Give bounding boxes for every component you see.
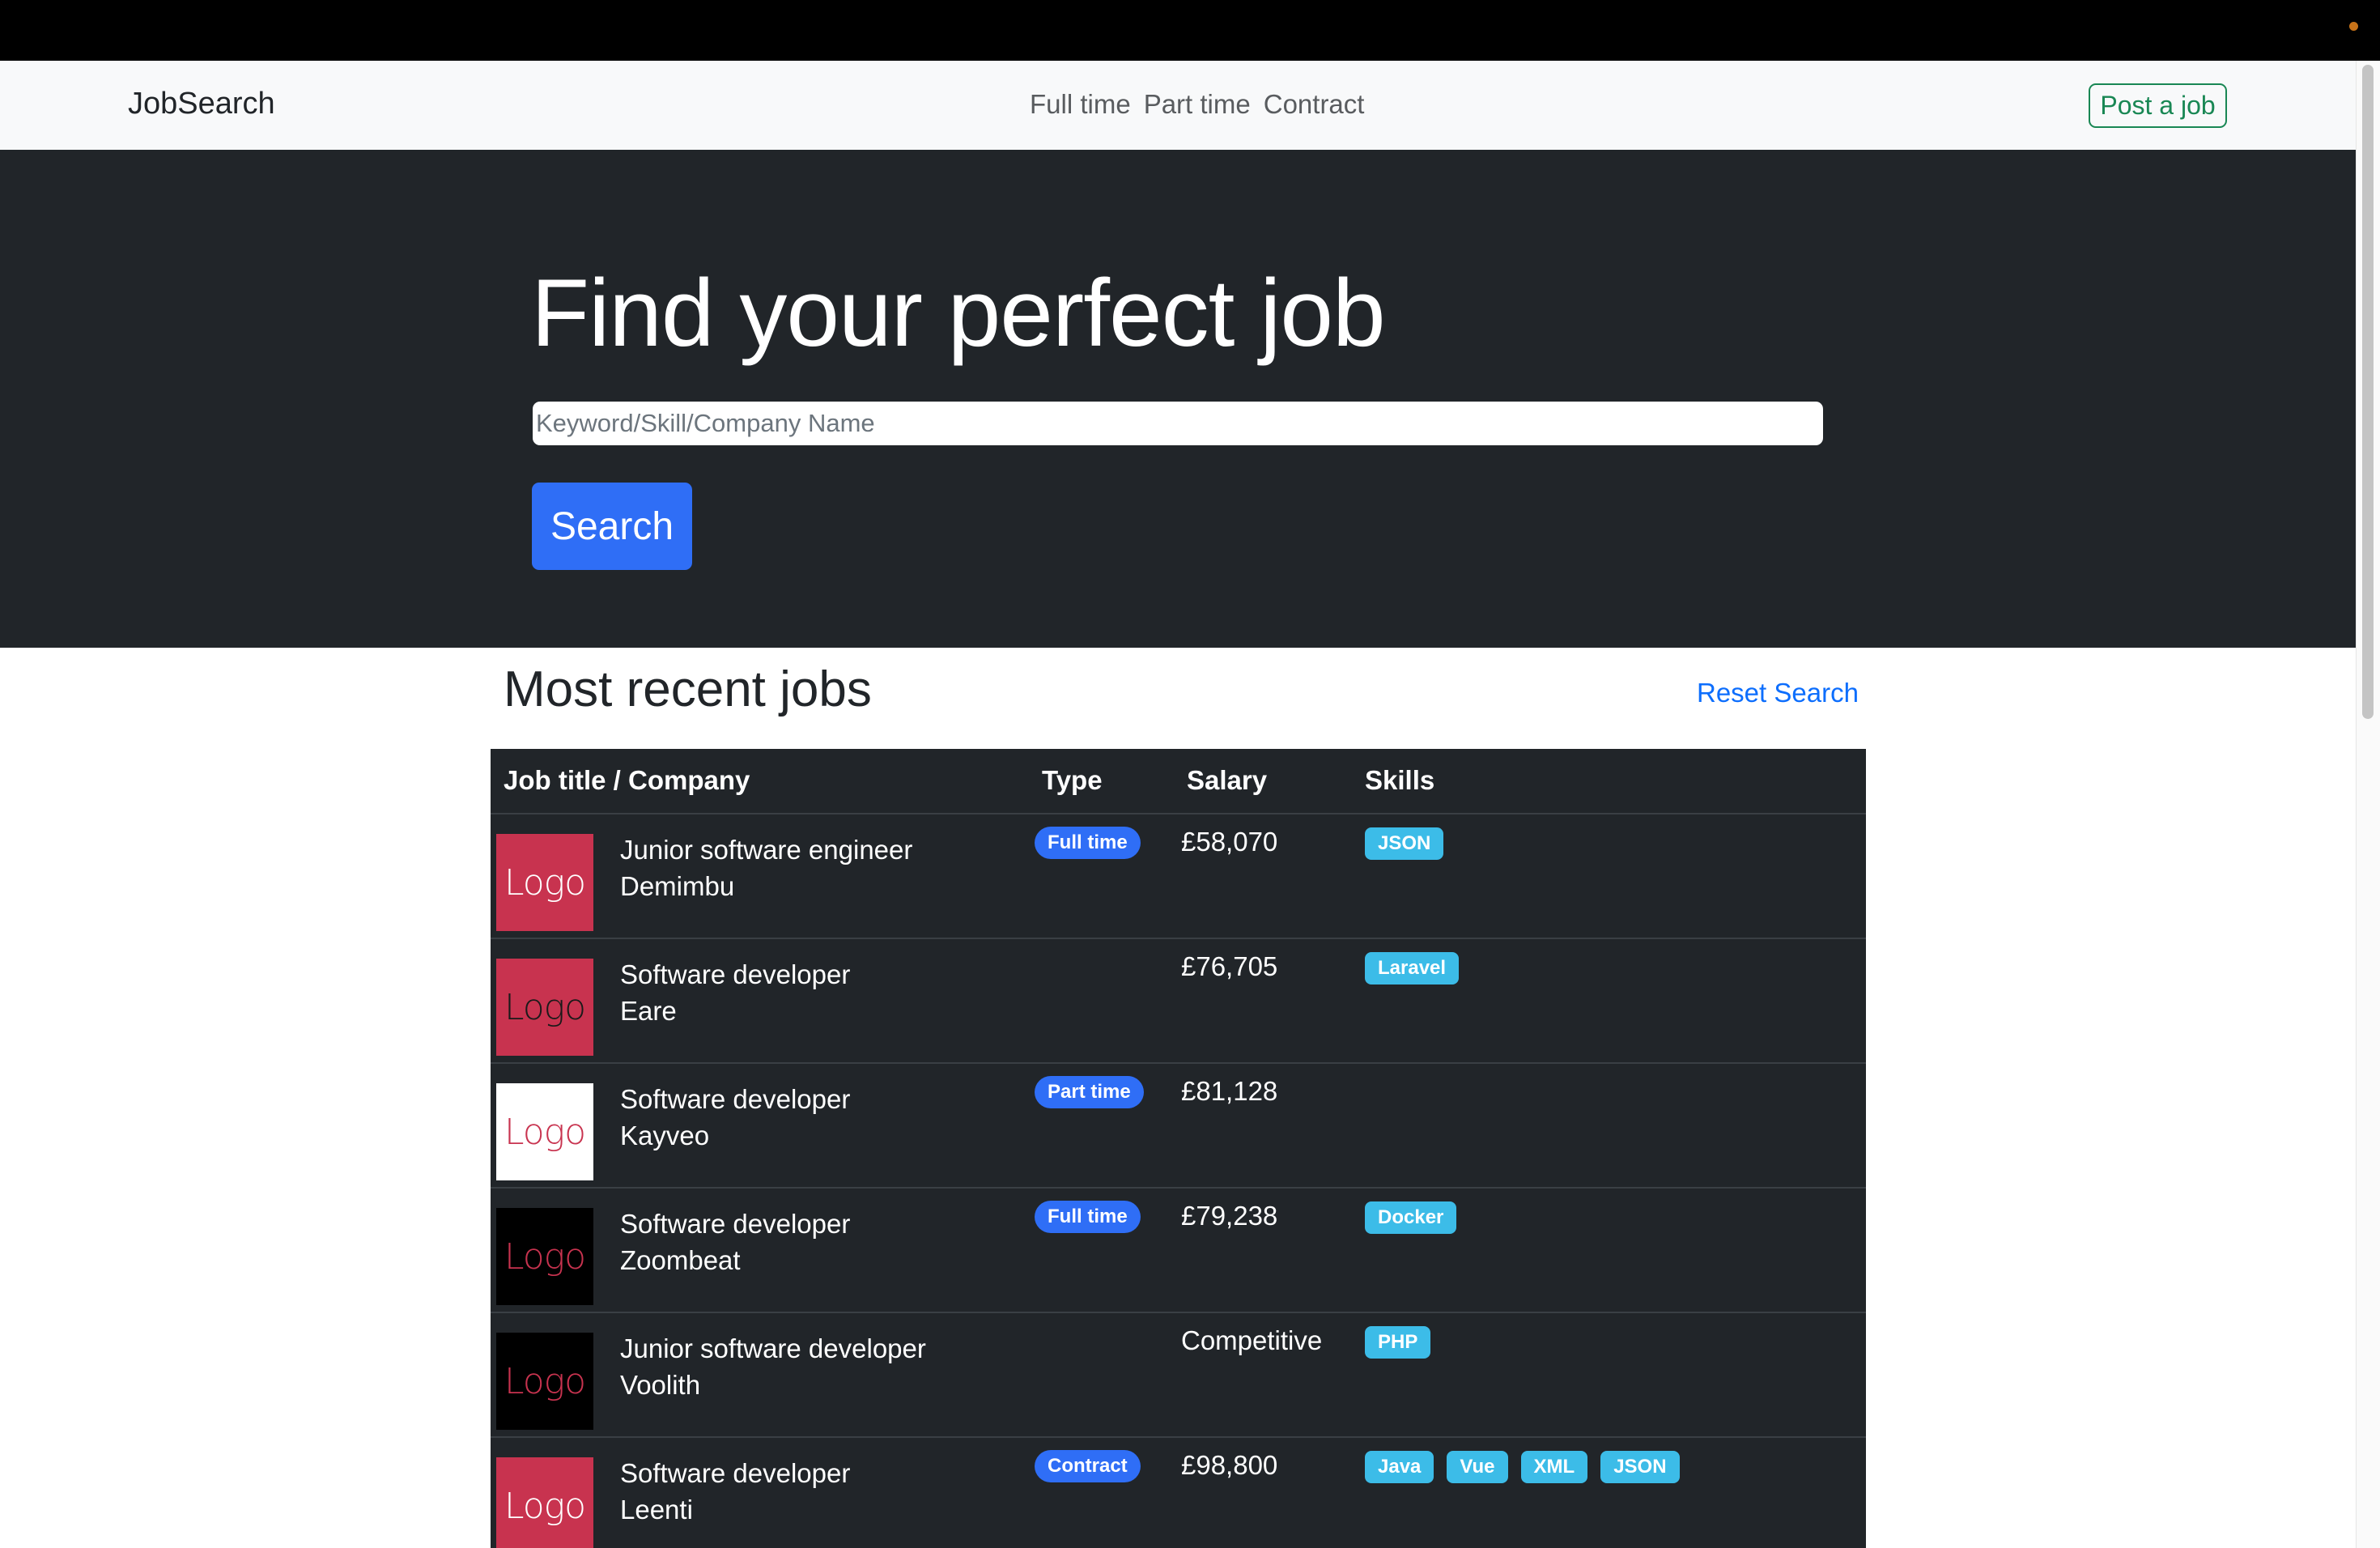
table-row[interactable]: Logo Software developer Zoombeat Full ti… (491, 1189, 1866, 1313)
job-title[interactable]: Software developer (620, 959, 850, 990)
window-top-bar (0, 0, 2380, 61)
company-name: Eare (620, 996, 677, 1026)
company-name: Demimbu (620, 871, 735, 901)
table-row[interactable]: Logo Junior software developer Voolith C… (491, 1313, 1866, 1438)
job-title[interactable]: Junior software engineer (620, 835, 912, 865)
nav-link-part-time[interactable]: Part time (1144, 89, 1251, 120)
table-row[interactable]: Logo Software developer Eare £76,705 Lar… (491, 939, 1866, 1064)
scrollbar-thumb[interactable] (2362, 65, 2374, 719)
table-header: Job title / Company Type Salary Skills (491, 749, 1866, 814)
table-row[interactable]: Logo Software developer Leenti Contract … (491, 1438, 1866, 1548)
type-badge: Full time (1035, 827, 1141, 859)
skill-badge: Docker (1365, 1201, 1457, 1234)
status-dot-icon (2349, 22, 2358, 31)
company-logo: Logo (496, 1457, 593, 1548)
reset-search-link[interactable]: Reset Search (1697, 678, 1859, 708)
skill-badge: Vue (1447, 1451, 1508, 1483)
job-title[interactable]: Software developer (620, 1084, 850, 1115)
salary: £58,070 (1181, 827, 1278, 857)
company-name: Leenti (620, 1495, 693, 1525)
nav-link-full-time[interactable]: Full time (1030, 89, 1131, 120)
job-title[interactable]: Software developer (620, 1209, 850, 1240)
skills-list: Laravel (1365, 952, 1460, 985)
header-skills: Skills (1365, 765, 1435, 795)
skill-badge: Laravel (1365, 952, 1460, 985)
job-title[interactable]: Software developer (620, 1458, 850, 1489)
header-job-title-company: Job title / Company (504, 765, 750, 795)
table-row[interactable]: Logo Software developer Kayveo Part time… (491, 1064, 1866, 1189)
skill-badge: XML (1520, 1451, 1588, 1483)
navbar: JobSearch Full time Part time Contract P… (0, 61, 2356, 150)
skills-list: JSON (1365, 827, 1444, 860)
company-logo: Logo (496, 1333, 593, 1430)
search-input[interactable] (533, 402, 1823, 445)
company-name: Kayveo (620, 1121, 710, 1150)
type-badge: Contract (1035, 1450, 1141, 1482)
company-name: Voolith (620, 1370, 701, 1400)
brand-logo[interactable]: JobSearch (128, 87, 275, 121)
skills-list: Java Vue XML JSON (1365, 1451, 1680, 1483)
header-type: Type (1042, 765, 1103, 795)
salary: £79,238 (1181, 1201, 1278, 1231)
search-button[interactable]: Search (532, 483, 692, 570)
salary: Competitive (1181, 1325, 1323, 1355)
table-row[interactable]: Logo Junior software engineer Demimbu Fu… (491, 814, 1866, 939)
hero-title: Find your perfect job (531, 260, 1386, 367)
type-badge: Part time (1035, 1076, 1144, 1108)
skills-list: PHP (1365, 1326, 1431, 1359)
skills-list: Docker (1365, 1201, 1457, 1234)
header-salary: Salary (1187, 765, 1268, 795)
job-title[interactable]: Junior software developer (620, 1333, 926, 1364)
salary: £81,128 (1181, 1076, 1278, 1106)
skill-badge: JSON (1365, 827, 1444, 860)
company-logo: Logo (496, 1083, 593, 1180)
post-a-job-button[interactable]: Post a job (2089, 83, 2227, 128)
salary: £98,800 (1181, 1450, 1278, 1480)
company-logo: Logo (496, 834, 593, 931)
section-title: Most recent jobs (504, 661, 872, 717)
salary: £76,705 (1181, 951, 1278, 981)
company-name: Zoombeat (620, 1245, 741, 1275)
type-badge: Full time (1035, 1201, 1141, 1233)
nav-links: Full time Part time Contract (1030, 89, 1364, 120)
hero-section: Find your perfect job Search (0, 150, 2356, 648)
nav-link-contract[interactable]: Contract (1264, 89, 1365, 120)
company-logo: Logo (496, 959, 593, 1056)
skill-badge: PHP (1365, 1326, 1431, 1359)
jobs-table: Job title / Company Type Salary Skills L… (491, 749, 1866, 1548)
skill-badge: JSON (1600, 1451, 1680, 1483)
company-logo: Logo (496, 1208, 593, 1305)
skill-badge: Java (1365, 1451, 1434, 1483)
